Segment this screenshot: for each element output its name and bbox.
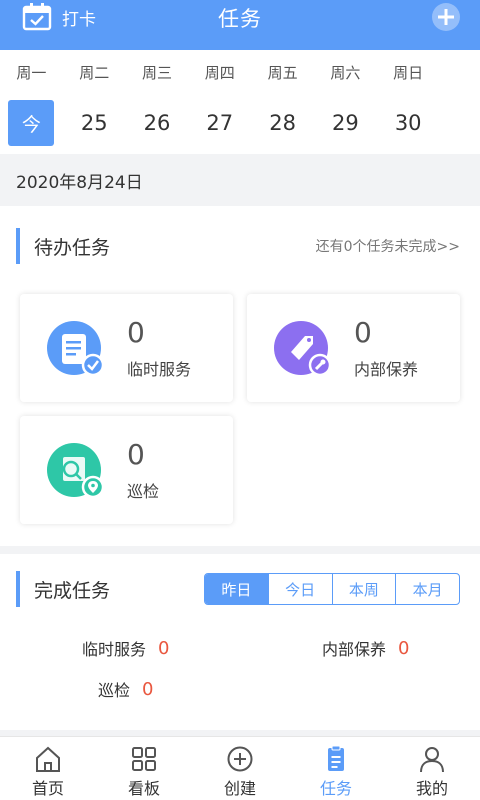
internal-maintenance-label: 内部保养: [354, 360, 419, 379]
internal-maintenance-icon: [274, 321, 332, 377]
weekday-wed: 周三: [141, 64, 172, 82]
weekday-row: 周一 周二 周三 周四 周五 周六 周日: [0, 62, 480, 83]
date-cell[interactable]: 30: [377, 100, 440, 146]
stat-inspection: 巡检 0: [98, 677, 153, 701]
date-cell[interactable]: 27: [188, 100, 251, 146]
date-cell[interactable]: 26: [126, 100, 189, 146]
stat-value: 0: [158, 637, 170, 659]
temporary-service-label: 临时服务: [127, 360, 192, 379]
task-icon: [328, 745, 344, 771]
completed-tasks-title: 完成任务: [34, 579, 111, 602]
pending-tasks-more-link[interactable]: 还有0个任务未完成>>: [316, 236, 460, 256]
pending-tasks-header: 待办任务: [16, 228, 110, 264]
bottom-nav: 首页 看板 创建 任务 我的: [0, 736, 480, 800]
nav-profile[interactable]: 我的: [384, 737, 480, 800]
tab-today[interactable]: 今日: [267, 574, 332, 604]
pending-tasks-title: 待办任务: [34, 236, 111, 259]
inspection-card[interactable]: 0 巡检: [20, 416, 233, 524]
temporary-service-card[interactable]: 0 临时服务: [20, 294, 233, 402]
create-icon: [227, 746, 253, 772]
inspection-icon: [47, 443, 105, 499]
stat-value: 0: [142, 678, 154, 700]
date-today[interactable]: 今: [0, 100, 63, 146]
section-accent-bar: [16, 228, 20, 264]
app-header: 打卡 任务: [0, 0, 480, 50]
date-today-label: 今: [8, 100, 55, 146]
date-cell[interactable]: 25: [63, 100, 126, 146]
page-title: 任务: [218, 7, 262, 31]
stat-label: 巡检: [98, 681, 131, 700]
inspection-count: 0: [127, 438, 145, 471]
date-cell[interactable]: 28: [251, 100, 314, 146]
weekday-thu: 周四: [204, 64, 235, 82]
dashboard-icon: [132, 747, 156, 771]
completed-tasks-header: 完成任务: [16, 571, 110, 607]
temporary-service-count: 0: [127, 316, 145, 349]
nav-create[interactable]: 创建: [192, 737, 288, 800]
profile-icon: [420, 747, 444, 773]
pending-tasks-section: 待办任务 还有0个任务未完成>> 0 临时服务 0 内部保养 0 巡检: [0, 206, 480, 546]
nav-home[interactable]: 首页: [0, 737, 96, 800]
inspection-label: 巡检: [127, 482, 160, 501]
internal-maintenance-count: 0: [354, 316, 372, 349]
stat-value: 0: [398, 637, 410, 659]
nav-home-label: 首页: [31, 779, 64, 798]
stat-temporary-service: 临时服务 0: [82, 636, 169, 660]
date-cell[interactable]: 29: [314, 100, 377, 146]
weekday-tue: 周二: [79, 64, 110, 82]
plus-icon: [438, 9, 454, 25]
temporary-service-icon: [47, 321, 105, 377]
tab-yesterday[interactable]: 昨日: [205, 574, 268, 604]
stat-label: 临时服务: [82, 640, 147, 659]
tab-this-week[interactable]: 本周: [331, 574, 396, 604]
period-tabs: 昨日 今日 本周 本月: [204, 573, 460, 605]
nav-task[interactable]: 任务: [288, 737, 384, 800]
internal-maintenance-card[interactable]: 0 内部保养: [247, 294, 460, 402]
nav-task-label: 任务: [319, 779, 352, 798]
add-button[interactable]: [432, 3, 460, 31]
date-row: 今 25 26 27 28 29 30: [0, 100, 480, 146]
completed-tasks-section: 完成任务 昨日 今日 本周 本月 临时服务 0 内部保养 0 巡检 0: [0, 554, 480, 730]
week-calendar: 周一 周二 周三 周四 周五 周六 周日 今 25 26 27 28 29 30: [0, 50, 480, 154]
nav-dashboard-label: 看板: [127, 779, 160, 798]
tab-this-month[interactable]: 本月: [395, 574, 459, 604]
nav-create-label: 创建: [223, 779, 256, 798]
weekday-mon: 周一: [16, 64, 47, 82]
weekday-fri: 周五: [267, 64, 298, 82]
stat-internal-maintenance: 内部保养 0: [322, 636, 409, 660]
nav-profile-label: 我的: [415, 779, 448, 798]
home-icon: [36, 746, 60, 772]
nav-dashboard[interactable]: 看板: [96, 737, 192, 800]
section-accent-bar: [16, 571, 20, 607]
weekday-sat: 周六: [330, 64, 361, 82]
current-date: 2020年8月24日: [0, 154, 480, 206]
weekday-sun: 周日: [393, 64, 424, 82]
stat-label: 内部保养: [322, 640, 387, 659]
